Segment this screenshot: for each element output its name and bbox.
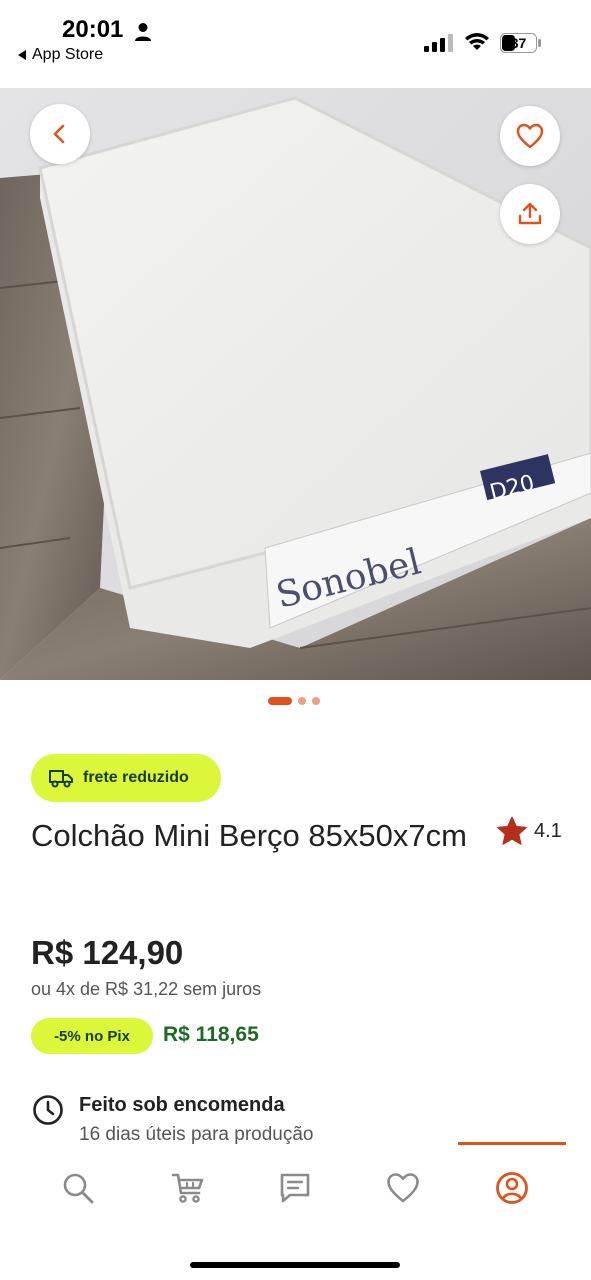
battery-icon: 37 [500,33,541,53]
made-to-order-subtitle: 16 dias úteis para produção [79,1124,314,1145]
share-icon [518,202,542,225]
star-icon [497,816,527,845]
carousel-dot[interactable] [298,697,306,705]
wifi-icon [465,33,489,50]
share-button[interactable] [500,184,560,244]
back-to-app-store[interactable]: App Store [18,46,103,64]
carousel-dot-active[interactable] [268,697,292,705]
battery-level: 37 [511,35,527,51]
back-arrow-icon [18,50,26,60]
installments-text: ou 4x de R$ 31,22 sem juros [31,979,262,999]
rating-value: 4.1 [534,819,562,842]
carousel-dot[interactable] [312,697,320,705]
cellular-signal-icon [424,34,453,52]
chevron-left-icon [53,124,65,144]
back-button[interactable] [30,104,90,164]
nav-account[interactable] [484,1166,540,1210]
battery-indicator: 37 [500,33,542,53]
status-time: 20:01 [62,16,124,43]
heart-icon [387,1173,419,1203]
pix-discount-label: -5% no Pix [54,1027,130,1045]
cart-icon [171,1173,204,1203]
back-app-store-label: App Store [32,46,104,63]
carousel-indicator[interactable] [268,697,320,705]
nav-favorites[interactable] [375,1166,431,1210]
product-rating[interactable]: 4.1 [496,816,562,846]
messages-icon [280,1173,310,1203]
pix-discount-badge: -5% no Pix [31,1018,153,1054]
shipping-badge-label: frete reduzido [83,769,189,786]
truck-icon [49,770,73,788]
favorite-button[interactable] [500,106,560,166]
made-to-order-title: Feito sob encomenda [79,1094,285,1116]
home-indicator[interactable] [190,1262,400,1268]
search-icon [63,1173,94,1204]
nav-search[interactable] [50,1166,106,1210]
nav-active-indicator [458,1142,566,1145]
account-icon [496,1172,528,1204]
product-title: Colchão Mini Berço 85x50x7cm [31,818,467,853]
heart-icon [516,123,544,149]
pix-price: R$ 118,65 [163,1023,259,1046]
mattress-photo: Sonobel D20 [0,88,591,680]
product-price: R$ 124,90 [31,934,184,971]
nav-cart[interactable] [160,1166,216,1210]
nav-messages[interactable] [267,1166,323,1210]
product-image[interactable]: Sonobel D20 [0,88,591,680]
person-icon [135,23,151,41]
bottom-navigation [0,1146,591,1280]
clock-icon [33,1095,63,1125]
shipping-badge: frete reduzido [31,754,221,802]
